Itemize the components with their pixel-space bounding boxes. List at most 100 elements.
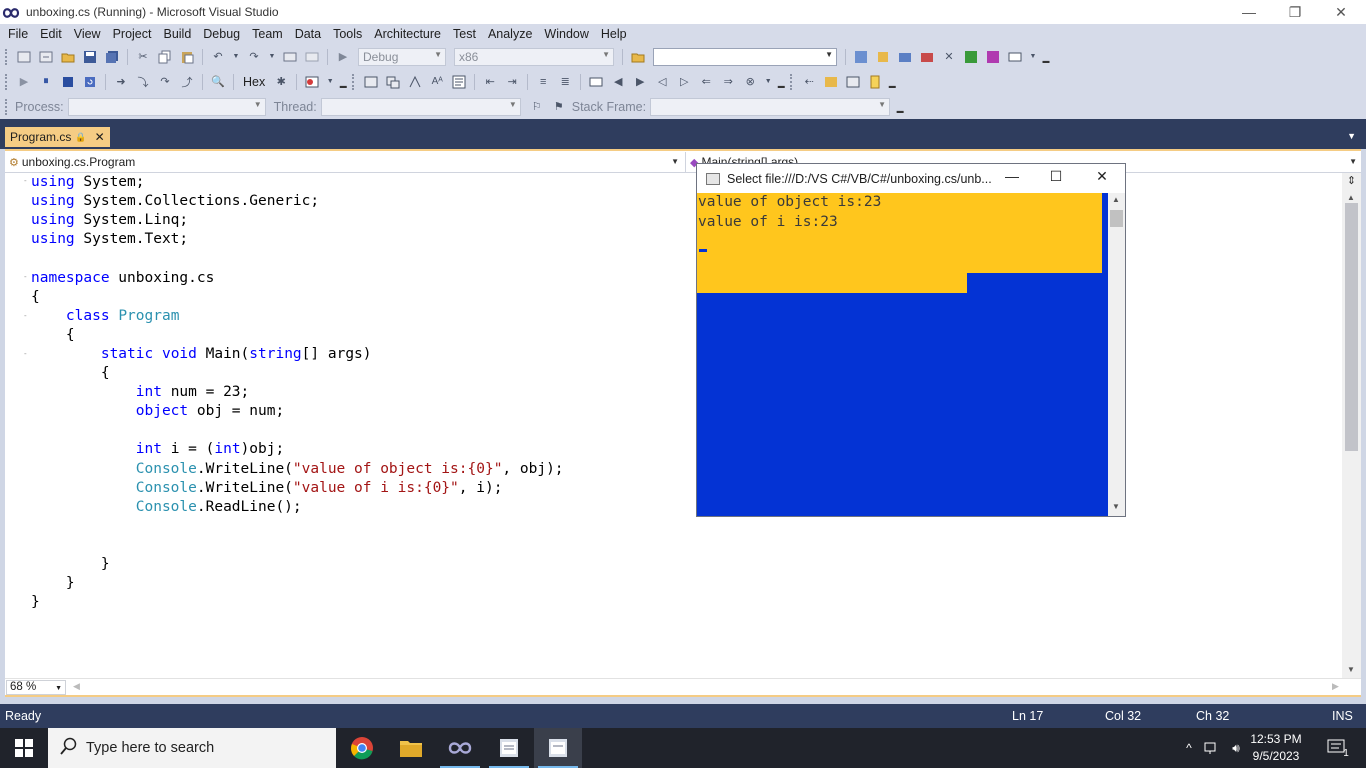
menu-analyze[interactable]: Analyze — [482, 24, 538, 44]
hex-display-button[interactable]: Hex — [243, 74, 265, 90]
format-document-icon[interactable] — [451, 74, 467, 90]
step-out-icon[interactable]: ⤴ — [179, 74, 195, 90]
scrollbar-thumb[interactable] — [1345, 203, 1358, 451]
object-browser-icon[interactable] — [897, 49, 913, 65]
image-viewer-icon[interactable] — [845, 74, 861, 90]
show-hidden-icons-icon[interactable]: ^ — [1178, 728, 1200, 768]
undo-icon[interactable]: ↶ — [210, 49, 226, 65]
start-button[interactable] — [0, 728, 48, 768]
show-next-statement-icon[interactable]: ➜ — [113, 74, 129, 90]
taskbar-search-box[interactable]: Type here to search — [48, 728, 336, 768]
previous-bookmark-icon[interactable]: ◀ — [610, 74, 626, 90]
platform-combo[interactable]: x86 ▼ — [454, 47, 614, 66]
decrease-indent-icon[interactable]: ⇤ — [482, 74, 498, 90]
collapse-region-icon[interactable]: - — [24, 350, 31, 358]
menu-tools[interactable]: Tools — [327, 24, 368, 44]
toolbar-overflow-icon[interactable]: ▬ — [777, 74, 785, 90]
scroll-up-icon[interactable]: ▲ — [1112, 195, 1120, 204]
save-icon[interactable] — [82, 49, 98, 65]
toolbox-icon[interactable] — [919, 49, 935, 65]
close-tab-icon[interactable]: ✕ — [95, 130, 105, 144]
volume-icon[interactable]: 🔊︎ — [1224, 728, 1248, 768]
toggle-breakpoint-icon[interactable] — [363, 74, 379, 90]
toolbar-overflow-icon[interactable]: ▬ — [339, 74, 347, 90]
toolbar-grip[interactable] — [5, 73, 9, 90]
open-file-icon[interactable] — [60, 49, 76, 65]
redo-dropdown-icon[interactable]: ▼ — [268, 49, 276, 65]
menu-view[interactable]: View — [68, 24, 107, 44]
thread-combo[interactable]: ▼ — [320, 97, 521, 116]
configuration-combo[interactable]: Debug ▼ — [358, 47, 446, 66]
redo-icon[interactable]: ↷ — [246, 49, 262, 65]
toolbar-overflow-icon[interactable]: ▬ — [896, 99, 904, 115]
collapse-region-icon[interactable]: - — [24, 312, 31, 320]
toolbar-overflow-icon[interactable]: ▬ — [888, 74, 896, 90]
scroll-right-icon[interactable]: ▶ — [1332, 681, 1339, 692]
next-in-document-icon[interactable]: ⇒ — [720, 74, 736, 90]
save-all-icon[interactable] — [104, 49, 120, 65]
clear-bookmarks-icon[interactable]: ⊗ — [742, 74, 758, 90]
next-bookmark-folder-icon[interactable]: ▷ — [676, 74, 692, 90]
start-debugging-icon[interactable]: ▶ — [335, 49, 351, 65]
menu-file[interactable]: File — [2, 24, 34, 44]
collapse-region-icon[interactable]: - — [24, 177, 31, 185]
find-in-files-icon[interactable] — [630, 49, 646, 65]
menu-window[interactable]: Window — [538, 24, 594, 44]
scroll-down-icon[interactable]: ▼ — [1347, 665, 1355, 674]
comment-lines-icon[interactable]: ≡ — [535, 74, 551, 90]
console-close-button[interactable]: ✕ — [1087, 168, 1117, 188]
restore-button[interactable]: ❐ — [1272, 0, 1318, 24]
console-maximize-button[interactable]: ☐ — [1041, 168, 1071, 188]
step-over-icon[interactable]: ↷ — [157, 74, 173, 90]
navigate-forward-icon[interactable] — [304, 49, 320, 65]
new-file-icon[interactable] — [867, 74, 883, 90]
notifications-button[interactable]: 1 — [1318, 728, 1358, 768]
menu-architecture[interactable]: Architecture — [368, 24, 447, 44]
visual-studio-icon[interactable] — [436, 728, 484, 768]
scroll-down-icon[interactable]: ▼ — [1112, 502, 1120, 511]
document-app-icon[interactable] — [485, 728, 533, 768]
stack-frame-combo[interactable]: ▼ — [650, 97, 891, 116]
scroll-up-icon[interactable]: ▲ — [1347, 193, 1355, 202]
toolbar-overflow-icon[interactable]: ▬ — [1042, 49, 1050, 65]
editor-vertical-scrollbar[interactable]: ▲ ▼ — [1342, 173, 1361, 678]
next-bookmark-icon[interactable]: ▶ — [632, 74, 648, 90]
split-window-icon[interactable]: ⇕ — [1343, 174, 1360, 190]
console-window[interactable]: Select file:///D:/VS C#/VB/C#/unboxing.c… — [696, 163, 1126, 517]
menu-edit[interactable]: Edit — [34, 24, 68, 44]
menu-project[interactable]: Project — [107, 24, 158, 44]
menu-test[interactable]: Test — [447, 24, 482, 44]
continue-icon[interactable]: ▶ — [16, 74, 32, 90]
more-dropdown-icon[interactable]: ▼ — [1029, 49, 1037, 65]
font-size-icon[interactable]: Aᴬ — [429, 74, 445, 90]
new-project-icon[interactable] — [16, 49, 32, 65]
toggle-flag-icon[interactable]: ⚐ — [529, 99, 545, 115]
class-view-icon[interactable] — [985, 49, 1001, 65]
type-combo[interactable]: ⚙ unboxing.cs.Program ▼ — [5, 152, 683, 172]
copy-to-clipboard-icon[interactable] — [823, 74, 839, 90]
command-window-icon[interactable] — [1007, 49, 1023, 65]
properties-icon[interactable] — [875, 49, 891, 65]
start-page-icon[interactable] — [963, 49, 979, 65]
copy-icon[interactable] — [157, 49, 173, 65]
previous-definition-icon[interactable]: ⇠ — [801, 74, 817, 90]
console-scrollbar[interactable]: ▲ ▼ — [1108, 193, 1125, 516]
scroll-left-icon[interactable]: ◀ — [73, 681, 80, 692]
close-window-button[interactable]: ✕ — [1318, 0, 1364, 24]
previous-bookmark-folder-icon[interactable]: ◁ — [654, 74, 670, 90]
breakpoints-window-icon[interactable] — [304, 74, 320, 90]
console-scroll-thumb[interactable] — [1110, 210, 1123, 227]
navigate-backward-icon[interactable] — [282, 49, 298, 65]
undo-dropdown-icon[interactable]: ▼ — [232, 49, 240, 65]
tools-icon[interactable]: ✕ — [941, 49, 957, 65]
increase-indent-icon[interactable]: ⇥ — [504, 74, 520, 90]
menu-team[interactable]: Team — [246, 24, 289, 44]
bookmarks-dropdown-icon[interactable]: ▼ — [764, 74, 772, 90]
file-explorer-icon[interactable] — [387, 728, 435, 768]
process-combo[interactable]: ▼ — [67, 97, 266, 116]
toolbar-grip[interactable] — [5, 48, 9, 65]
tab-dropdown-icon[interactable]: ▼ — [1347, 131, 1356, 141]
zoom-combo[interactable]: 68 % ▼ — [6, 680, 66, 695]
menu-help[interactable]: Help — [595, 24, 633, 44]
menu-debug[interactable]: Debug — [197, 24, 246, 44]
